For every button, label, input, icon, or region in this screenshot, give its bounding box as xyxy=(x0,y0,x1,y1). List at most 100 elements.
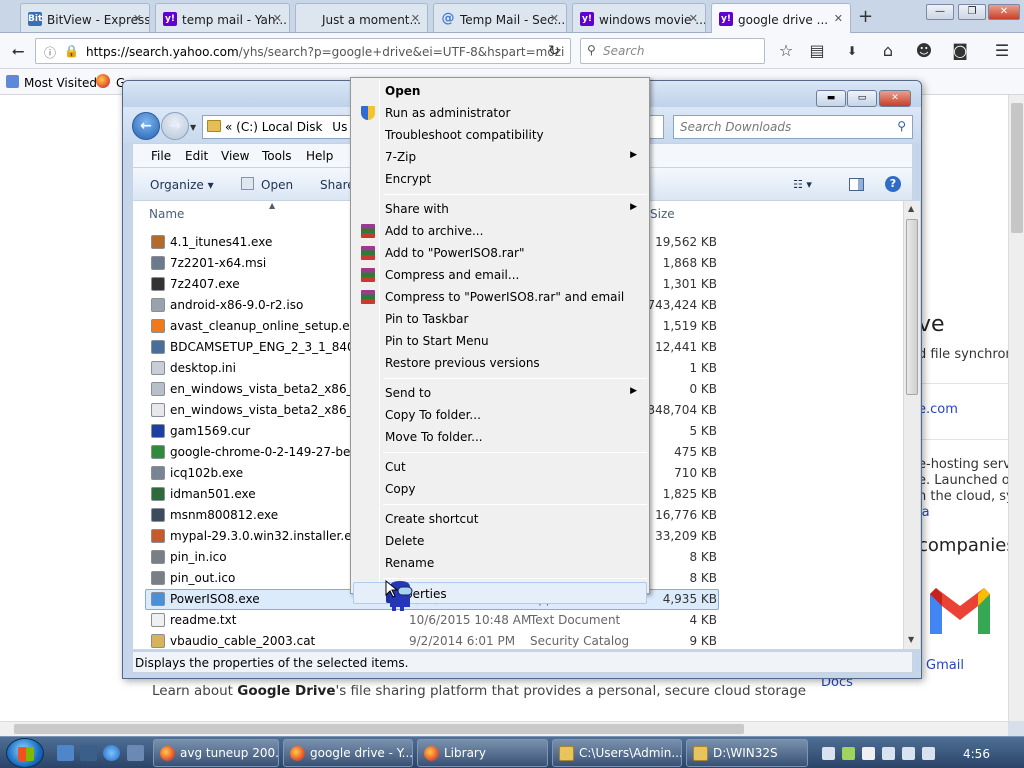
browser-tab[interactable]: y! windows movie ... ✕ xyxy=(572,3,706,32)
clock[interactable]: 4:56 xyxy=(963,747,990,761)
home-icon[interactable]: ⌂ xyxy=(876,39,900,63)
network-icon[interactable] xyxy=(882,747,895,760)
context-menu-item[interactable]: Add to archive... xyxy=(353,220,647,242)
browser-tab[interactable]: @ Temp Mail - Sec... ✕ xyxy=(433,3,567,32)
menu-file[interactable]: File xyxy=(151,149,171,163)
show-desktop-icon[interactable] xyxy=(57,745,74,761)
address-crumb[interactable]: (C:) Local Disk xyxy=(236,120,322,134)
menu-view[interactable]: View xyxy=(221,149,249,163)
explorer-forward-button[interactable]: → xyxy=(161,112,189,140)
url-bar[interactable]: ⓘ 🔒 https://search.yahoo.com/yhs/search?… xyxy=(35,38,571,64)
close-tab-icon[interactable]: ✕ xyxy=(411,12,420,25)
address-crumb[interactable]: Us xyxy=(332,120,347,134)
downloads-icon[interactable]: ⬇ xyxy=(840,39,864,63)
context-menu-item[interactable]: Pin to Taskbar xyxy=(353,308,647,330)
file-row[interactable]: readme.txt 10/6/2015 10:48 AM Text Documen… xyxy=(133,610,903,631)
file-list-scrollbar[interactable]: ▲ ▼ xyxy=(903,201,920,649)
gmail-logo-icon[interactable] xyxy=(926,584,994,636)
taskbar-button[interactable]: avg tuneup 200... xyxy=(153,739,279,767)
tray-icon[interactable] xyxy=(842,747,855,760)
menu-edit[interactable]: Edit xyxy=(185,149,208,163)
context-menu-item[interactable]: Move To folder... xyxy=(353,426,647,448)
gmail-link[interactable]: Gmail xyxy=(926,658,964,673)
knowledge-panel-line: d file synchron xyxy=(918,347,1008,362)
pocket-icon[interactable]: ◙ xyxy=(948,39,972,63)
organize-button[interactable]: Organize ▾ xyxy=(150,178,214,192)
context-menu-item[interactable]: Compress and email... xyxy=(353,264,647,286)
menu-tools[interactable]: Tools xyxy=(262,149,292,163)
reading-list-icon[interactable]: ▤ xyxy=(805,39,829,63)
open-button[interactable]: Open xyxy=(261,178,293,192)
context-menu-item[interactable]: Encrypt xyxy=(353,168,647,190)
context-menu-item[interactable]: Delete xyxy=(353,530,647,552)
context-menu-item[interactable]: Restore previous versions xyxy=(353,352,647,374)
back-icon[interactable]: ⭠ xyxy=(6,39,30,63)
action-center-flag-icon[interactable] xyxy=(862,747,875,760)
explorer-back-button[interactable]: ← xyxy=(132,112,160,140)
close-tab-icon[interactable]: ✕ xyxy=(550,12,559,25)
explorer-search-input[interactable]: Search Downloads ⚲ xyxy=(673,115,913,139)
browser-tab[interactable]: y! google drive ... ✕ xyxy=(711,3,851,33)
context-menu-item[interactable]: Compress to "PowerISO8.rar" and email xyxy=(353,286,647,308)
reload-icon[interactable]: ↻ xyxy=(542,39,566,63)
context-menu-item[interactable]: Copy xyxy=(353,478,647,500)
start-button[interactable] xyxy=(6,738,44,768)
file-icon xyxy=(151,382,165,396)
close-tab-icon[interactable]: ✕ xyxy=(689,12,698,25)
column-name[interactable]: Name xyxy=(149,207,184,221)
preview-pane-icon[interactable] xyxy=(849,178,864,191)
new-tab-button[interactable]: + xyxy=(858,6,873,27)
taskbar-button[interactable]: Library xyxy=(417,739,548,767)
explorer-maximize-button[interactable]: ▭ xyxy=(847,90,877,107)
bookmark-most-visited[interactable]: Most Visited xyxy=(24,76,97,90)
context-menu-item[interactable]: Run as administrator xyxy=(353,102,647,124)
quick-launch-icon[interactable] xyxy=(127,745,144,761)
display-icon[interactable] xyxy=(902,747,915,760)
context-menu-item[interactable]: Send to ▶ xyxy=(353,382,647,404)
close-tab-icon[interactable]: ✕ xyxy=(273,12,282,25)
column-size[interactable]: Size xyxy=(650,207,675,221)
browser-tab[interactable]: BitBitView - Express...✕ xyxy=(20,3,150,32)
taskbar-button[interactable]: google drive - Y... xyxy=(283,739,413,767)
taskbar-button[interactable]: D:\WIN32S xyxy=(686,739,808,767)
tray-icon[interactable] xyxy=(822,747,835,760)
internet-explorer-icon[interactable] xyxy=(103,745,120,761)
restore-button[interactable]: ❐ xyxy=(958,4,986,20)
context-menu-item[interactable]: Troubleshoot compatibility xyxy=(353,124,647,146)
view-options-icon[interactable]: ☷ ▾ xyxy=(793,178,812,191)
browser-tab[interactable]: Just a moment... ✕ xyxy=(295,3,428,32)
close-window-button[interactable]: ✕ xyxy=(988,4,1020,20)
context-menu-item[interactable]: Create shortcut xyxy=(353,508,647,530)
close-tab-icon[interactable]: ✕ xyxy=(133,12,142,25)
taskbar-button[interactable]: C:\Users\Admin... xyxy=(552,739,682,767)
menu-icon[interactable]: ☰ xyxy=(990,39,1014,63)
file-name: avast_cleanup_online_setup.exe xyxy=(170,319,364,333)
explorer-minimize-button[interactable]: ▬ xyxy=(816,90,846,107)
smiley-icon[interactable]: ☻ xyxy=(912,39,936,63)
browser-tab[interactable]: y! temp mail - Yah... ✕ xyxy=(155,3,290,32)
context-menu-label: Open xyxy=(385,84,421,98)
context-menu-item[interactable]: Pin to Start Menu xyxy=(353,330,647,352)
menu-help[interactable]: Help xyxy=(306,149,333,163)
context-menu-item[interactable]: Copy To folder... xyxy=(353,404,647,426)
knowledge-panel-link[interactable]: e.com xyxy=(918,402,958,417)
context-menu-item[interactable]: Open xyxy=(353,80,647,102)
divider xyxy=(918,439,1008,440)
file-row[interactable]: vbaudio_cable_2003.cat 9/2/2014 6:01 PM Se… xyxy=(133,631,903,649)
page-vertical-scrollbar[interactable] xyxy=(1008,95,1024,721)
help-icon[interactable]: ? xyxy=(885,176,901,192)
close-tab-icon[interactable]: ✕ xyxy=(834,12,843,25)
switch-windows-icon[interactable] xyxy=(80,745,97,761)
context-menu-item[interactable]: Share with ▶ xyxy=(353,198,647,220)
page-horizontal-scrollbar[interactable] xyxy=(0,721,1008,736)
context-menu-item[interactable]: 7-Zip ▶ xyxy=(353,146,647,168)
context-menu-item[interactable]: Rename xyxy=(353,552,647,574)
bookmark-star-icon[interactable]: ☆ xyxy=(774,39,798,63)
context-menu-item[interactable]: Cut xyxy=(353,456,647,478)
volume-icon[interactable] xyxy=(922,747,935,760)
recent-pages-dropdown-icon[interactable]: ▼ xyxy=(190,123,196,132)
context-menu-item[interactable]: Add to "PowerISO8.rar" xyxy=(353,242,647,264)
web-search-input[interactable]: ⚲ Search xyxy=(580,38,765,64)
explorer-close-button[interactable]: ✕ xyxy=(879,90,911,107)
minimize-button[interactable]: — xyxy=(926,4,954,20)
